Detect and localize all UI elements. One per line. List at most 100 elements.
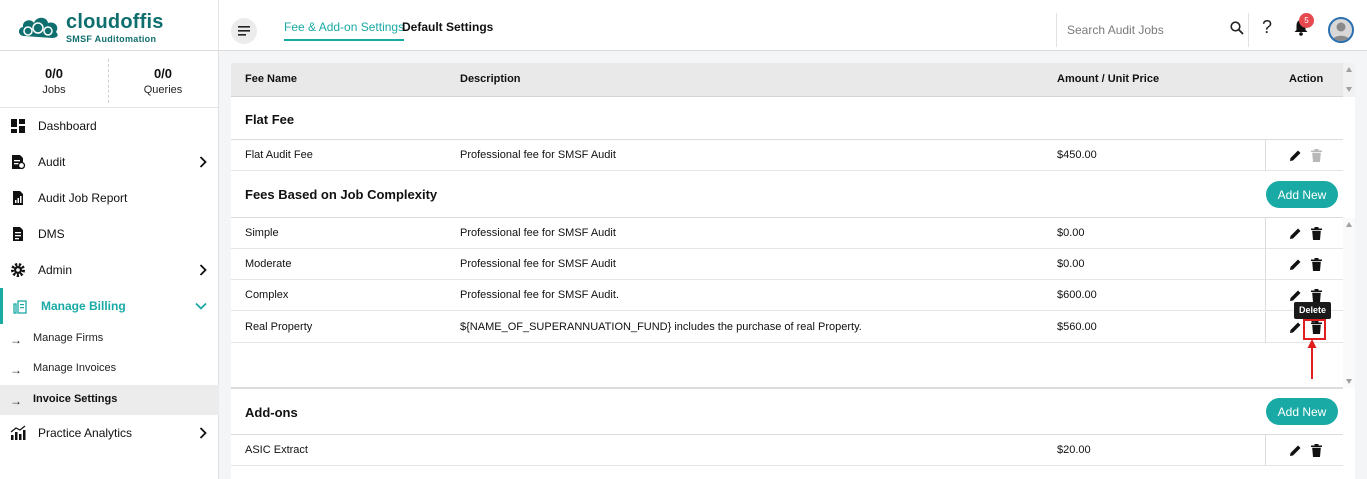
section-title: Fees Based on Job Complexity [245,187,438,202]
fee-name-cell: Moderate [245,258,292,270]
column-header-amount: Amount / Unit Price [1057,73,1160,85]
sidebar-item-dms[interactable]: DMS [0,216,219,252]
amount-cell: $0.00 [1057,258,1085,270]
sidebar-item-audit[interactable]: Audit [0,144,219,180]
sidebar-item-label: Practice Analytics [38,426,133,440]
sidebar-item-label: Admin [38,263,73,277]
amount-cell: $20.00 [1057,444,1091,456]
gear-icon [11,263,25,277]
report-icon [13,191,23,205]
table-row: Real Property ${NAME_OF_SUPERANNUATION_F… [231,312,1343,343]
amount-cell: $600.00 [1057,289,1097,301]
chevron-down-icon [195,302,207,310]
edit-pencil-icon[interactable] [1289,227,1302,240]
user-icon [1332,22,1350,41]
tab-fee-addon-settings[interactable]: Fee & Add-on Settings [284,20,405,41]
search-icon[interactable] [1230,21,1244,35]
sidebar-item-admin[interactable]: Admin [0,252,219,288]
sidebar-subitem-label: Invoice Settings [33,393,118,405]
table-row: Flat Audit Fee Professional fee for SMSF… [231,140,1343,171]
queries-stat[interactable]: 0/0 Queries [109,66,217,96]
section-flat-fee: Flat Fee [231,98,1343,140]
help-icon[interactable]: ? [1262,17,1272,38]
column-header-description: Description [460,73,521,85]
arrow-right-icon: → [10,333,22,347]
trash-icon[interactable] [1311,149,1322,162]
trash-icon[interactable] [1311,289,1322,302]
sidebar-item-label: Dashboard [38,119,97,133]
notification-badge: 5 [1299,13,1314,28]
trash-icon[interactable] [1311,227,1322,240]
edit-pencil-icon[interactable] [1289,321,1302,334]
panel-scroll-track [1343,97,1355,479]
delete-highlight-box [1303,319,1326,340]
fee-name-cell: Complex [245,289,289,301]
add-new-addon-button[interactable]: Add New [1266,398,1338,425]
sidebar-subitem-invoice-settings[interactable]: → Invoice Settings [0,385,219,415]
edit-pencil-icon[interactable] [1289,444,1302,457]
jobs-stat[interactable]: 0/0 Jobs [0,66,108,96]
arrow-right-icon: → [10,363,22,377]
brand-name: cloudoffis [66,11,164,33]
complexity-table-spacer [231,344,1343,388]
chevron-right-icon [199,427,207,439]
sidebar-subitem-manage-firms[interactable]: → Manage Firms [0,324,219,354]
queries-count: 0/0 [153,66,173,81]
section-title: Flat Fee [245,112,295,127]
description-cell: Professional fee for SMSF Audit [460,258,616,270]
table-row: Simple Professional fee for SMSF Audit $… [231,218,1343,249]
fee-name-cell: Simple [245,227,279,239]
table-header: Fee Name Description Amount / Unit Price… [231,63,1343,97]
jobs-label: Jobs [42,84,66,96]
brand-tagline: SMSF Auditomation [66,34,157,44]
sidebar-item-practice-analytics[interactable]: Practice Analytics [0,415,219,451]
delete-tooltip: Delete [1294,302,1331,323]
amount-cell: $0.00 [1057,227,1085,239]
sidebar-item-manage-billing[interactable]: Manage Billing [0,288,219,324]
description-cell: Professional fee for SMSF Audit. [460,289,619,301]
chevron-right-icon [199,264,207,276]
amount-cell: $560.00 [1057,321,1097,333]
section-add-ons: Add-ons Add New [231,388,1343,435]
edit-pencil-icon[interactable] [1289,149,1302,162]
scroll-down-icon [1346,87,1352,92]
table-row: ASIC Extract $20.00 [231,435,1343,466]
action-cell [1265,140,1343,171]
top-bar: cloudoffis SMSF Auditomation Fee & Add-o… [0,0,1367,51]
search-input[interactable] [1067,21,1217,39]
cloud-logo-icon [18,17,58,38]
sidebar-item-label: Audit [38,155,66,169]
outer-scrollbar[interactable] [1343,63,1355,97]
sidebar-item-audit-job-report[interactable]: Audit Job Report [0,180,219,216]
sidebar-item-label: Audit Job Report [38,191,128,205]
edit-pencil-icon[interactable] [1289,289,1302,302]
column-header-action: Action [1289,73,1324,85]
document-icon [13,227,23,241]
chevron-right-icon [199,156,207,168]
section-title: Add-ons [245,405,298,420]
amount-cell: $450.00 [1057,149,1097,161]
sidebar-item-dashboard[interactable]: Dashboard [0,108,219,144]
jobs-count: 0/0 [44,66,64,81]
tab-default-settings[interactable]: Default Settings [402,20,493,34]
queries-label: Queries [143,84,183,96]
sidebar-subitem-label: Manage Firms [33,332,104,344]
sidebar-subitem-label: Manage Invoices [33,362,117,374]
fee-name-cell: Real Property [245,321,313,333]
trash-icon[interactable] [1311,258,1322,271]
description-cell: Professional fee for SMSF Audit [460,149,616,161]
stats-summary: 0/0 Jobs 0/0 Queries [0,51,219,108]
add-new-complexity-button[interactable]: Add New [1266,181,1338,208]
avatar[interactable] [1328,17,1354,43]
brand-logo[interactable]: cloudoffis SMSF Auditomation [16,10,216,44]
table-row: Moderate Professional fee for SMSF Audit… [231,249,1343,280]
menu-toggle-button[interactable] [231,18,257,44]
trash-icon[interactable] [1311,444,1322,457]
description-cell: Professional fee for SMSF Audit [460,227,616,239]
arrow-up-annotation-icon [1307,339,1317,379]
description-cell: ${NAME_OF_SUPERANNUATION_FUND} includes … [460,321,862,333]
sidebar-subitem-manage-invoices[interactable]: → Manage Invoices [0,354,219,384]
fee-name-cell: Flat Audit Fee [245,149,313,161]
dashboard-icon [11,119,25,133]
edit-pencil-icon[interactable] [1289,258,1302,271]
